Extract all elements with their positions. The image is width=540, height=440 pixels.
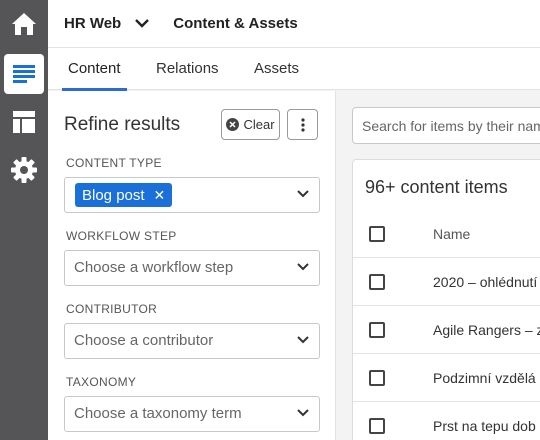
row-checkbox[interactable] [369,370,385,386]
tab-relations[interactable]: Relations [156,48,219,90]
content-type-label: CONTENT TYPE [66,156,162,170]
taxonomy-placeholder: Choose a taxonomy term [74,405,242,422]
gear-icon [11,157,37,183]
table-header-row: Name [353,210,540,258]
more-vertical-icon [300,117,305,132]
chevron-down-icon [297,263,309,271]
item-name[interactable]: 2020 – ohlédnutí [433,258,540,306]
tab-bar: Content Relations Assets [48,48,540,91]
clear-button-label: Clear [243,117,275,132]
chevron-down-icon [297,336,309,344]
table-row[interactable]: Podzimní vzdělá [353,354,540,402]
select-all-checkbox[interactable] [369,226,385,242]
layout-icon [13,111,35,133]
clear-filters-button[interactable]: Clear [221,109,280,140]
content-nav-button[interactable] [4,54,44,94]
clear-icon [226,118,240,131]
row-checkbox[interactable] [369,274,385,290]
tab-content[interactable]: Content [62,48,127,91]
chevron-down-icon [297,409,309,417]
row-checkbox[interactable] [369,322,385,338]
workflow-step-select[interactable]: Choose a workflow step [64,250,320,286]
taxonomy-select[interactable]: Choose a taxonomy term [64,396,320,432]
content-type-chip: Blog post ✕ [75,183,173,207]
contributor-label: CONTRIBUTOR [66,302,158,316]
filter-panel-title: Refine results [64,114,181,135]
content-type-select[interactable]: Blog post ✕ [64,177,320,213]
contributor-select[interactable]: Choose a contributor [64,323,320,359]
home-icon [12,13,36,35]
section-title: Content & Assets [173,15,298,32]
taxonomy-label: TAXONOMY [66,375,137,389]
layout-nav-button[interactable] [4,102,44,142]
chevron-down-icon [297,190,309,198]
table-row[interactable]: Prst na tepu dob [353,402,540,440]
table-row[interactable]: 2020 – ohlédnutí [353,258,540,306]
chip-label: Blog post [82,186,145,204]
row-checkbox[interactable] [369,418,385,434]
more-options-button[interactable] [287,109,318,140]
settings-nav-button[interactable] [4,150,44,190]
home-nav-button[interactable] [4,4,44,44]
content-list: 96+ content items Name 2020 – ohlédnutí … [352,159,540,440]
tab-assets[interactable]: Assets [254,48,299,90]
project-name: HR Web [64,15,122,32]
workflow-step-placeholder: Choose a workflow step [74,259,234,276]
item-name[interactable]: Podzimní vzdělá [433,354,540,402]
remove-chip-icon[interactable]: ✕ [154,188,166,202]
search-input[interactable] [352,107,540,144]
content-count: 96+ content items [365,177,508,197]
project-switcher-button[interactable] [135,19,150,28]
filter-panel: Refine results Clear CONTENT TYPE Blog p… [48,91,336,440]
content-list-icon [13,65,35,83]
nav-rail [0,0,48,440]
chevron-down-icon [135,19,150,28]
table-row[interactable]: Agile Rangers – z [353,306,540,354]
name-column-header[interactable]: Name [433,210,540,258]
contributor-placeholder: Choose a contributor [74,332,214,349]
top-bar: HR Web Content & Assets [48,0,540,48]
workflow-step-label: WORKFLOW STEP [66,229,177,243]
item-name[interactable]: Agile Rangers – z [433,306,540,354]
item-name[interactable]: Prst na tepu dob [433,402,540,440]
